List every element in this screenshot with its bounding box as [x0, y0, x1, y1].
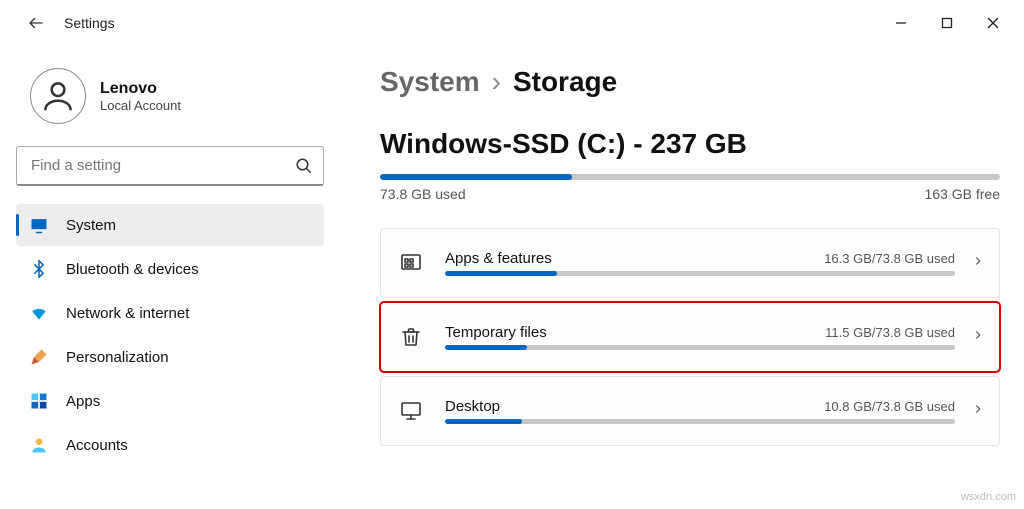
drive-free: 163 GB free — [925, 186, 1001, 202]
nav-label: Accounts — [66, 437, 128, 454]
nav-list: System Bluetooth & devices Network & inter… — [16, 204, 324, 466]
card-icon — [395, 251, 427, 275]
storage-card-apps-features[interactable]: Apps & features 16.3 GB/73.8 GB used — [380, 228, 1000, 298]
search-input[interactable] — [31, 157, 295, 174]
chevron-right-icon — [971, 254, 985, 273]
display-icon — [29, 215, 49, 235]
avatar — [30, 68, 86, 124]
desktop-icon — [399, 399, 423, 423]
nav-icon — [28, 214, 50, 236]
maximize-button[interactable] — [924, 7, 970, 39]
card-icon — [395, 399, 427, 423]
maximize-icon — [941, 17, 953, 29]
user-name: Lenovo — [100, 80, 181, 98]
card-title: Temporary files — [445, 324, 547, 341]
nav-icon — [28, 302, 50, 324]
close-button[interactable] — [970, 7, 1016, 39]
card-title: Apps & features — [445, 250, 552, 267]
wifi-icon — [29, 303, 49, 323]
nav-label: System — [66, 217, 116, 234]
sidebar-item-network-internet[interactable]: Network & internet — [16, 292, 324, 334]
sidebar-item-accounts[interactable]: Accounts — [16, 424, 324, 466]
drive-usage-fill — [380, 174, 572, 180]
drive-meta: 73.8 GB used 163 GB free — [380, 186, 1000, 202]
sidebar-item-apps[interactable]: Apps — [16, 380, 324, 422]
titlebar: Settings — [0, 0, 1024, 46]
app-title: Settings — [64, 15, 115, 31]
brush-icon — [29, 347, 49, 367]
drive-used: 73.8 GB used — [380, 186, 466, 202]
search-icon — [295, 157, 313, 175]
breadcrumb-current: Storage — [513, 66, 617, 98]
nav-icon — [28, 346, 50, 368]
user-profile[interactable]: Lenovo Local Account — [16, 56, 324, 142]
search-box[interactable] — [16, 146, 324, 186]
nav-label: Bluetooth & devices — [66, 261, 199, 278]
close-icon — [987, 17, 999, 29]
storage-card-temporary-files[interactable]: Temporary files 11.5 GB/73.8 GB used — [380, 302, 1000, 372]
card-usage: 10.8 GB/73.8 GB used — [824, 399, 955, 414]
card-fill — [445, 345, 527, 350]
card-bar — [445, 271, 955, 276]
card-bar — [445, 419, 955, 424]
back-arrow-icon — [27, 14, 45, 32]
drive-usage-bar — [380, 174, 1000, 180]
card-body: Apps & features 16.3 GB/73.8 GB used — [445, 250, 955, 276]
card-usage: 11.5 GB/73.8 GB used — [825, 325, 955, 340]
account-icon — [29, 435, 49, 455]
minimize-icon — [895, 17, 907, 29]
nav-icon — [28, 390, 50, 412]
card-fill — [445, 271, 557, 276]
breadcrumb: System › Storage — [380, 66, 1004, 98]
nav-label: Personalization — [66, 349, 169, 366]
nav-label: Apps — [66, 393, 100, 410]
user-subtitle: Local Account — [100, 98, 181, 113]
chevron-right-icon — [971, 328, 985, 347]
storage-card-desktop[interactable]: Desktop 10.8 GB/73.8 GB used — [380, 376, 1000, 446]
card-body: Temporary files 11.5 GB/73.8 GB used — [445, 324, 955, 350]
breadcrumb-parent[interactable]: System — [380, 66, 480, 98]
minimize-button[interactable] — [878, 7, 924, 39]
window-controls — [878, 7, 1016, 39]
content: System › Storage Windows-SSD (C:) - 237 … — [340, 56, 1024, 468]
apps-icon — [29, 391, 49, 411]
back-button[interactable] — [20, 7, 52, 39]
chevron-right-icon: › — [492, 66, 501, 98]
chevron-right-icon — [971, 402, 985, 421]
person-icon — [39, 77, 77, 115]
trash-icon — [399, 325, 423, 349]
nav-label: Network & internet — [66, 305, 189, 322]
sidebar-item-personalization[interactable]: Personalization — [16, 336, 324, 378]
nav-icon — [28, 434, 50, 456]
nav-icon — [28, 258, 50, 280]
card-fill — [445, 419, 522, 424]
card-title: Desktop — [445, 398, 500, 415]
sidebar-item-system[interactable]: System — [16, 204, 324, 246]
apps-features-icon — [399, 251, 423, 275]
card-bar — [445, 345, 955, 350]
card-icon — [395, 325, 427, 349]
drive-title: Windows-SSD (C:) - 237 GB — [380, 128, 1004, 160]
card-usage: 16.3 GB/73.8 GB used — [824, 251, 955, 266]
sidebar: Lenovo Local Account System Bluetooth & d… — [0, 56, 340, 468]
sidebar-item-bluetooth-devices[interactable]: Bluetooth & devices — [16, 248, 324, 290]
watermark: wsxdn.com — [961, 491, 1016, 503]
bluetooth-icon — [29, 259, 49, 279]
card-body: Desktop 10.8 GB/73.8 GB used — [445, 398, 955, 424]
storage-categories: Apps & features 16.3 GB/73.8 GB used Tempo… — [380, 228, 1000, 446]
